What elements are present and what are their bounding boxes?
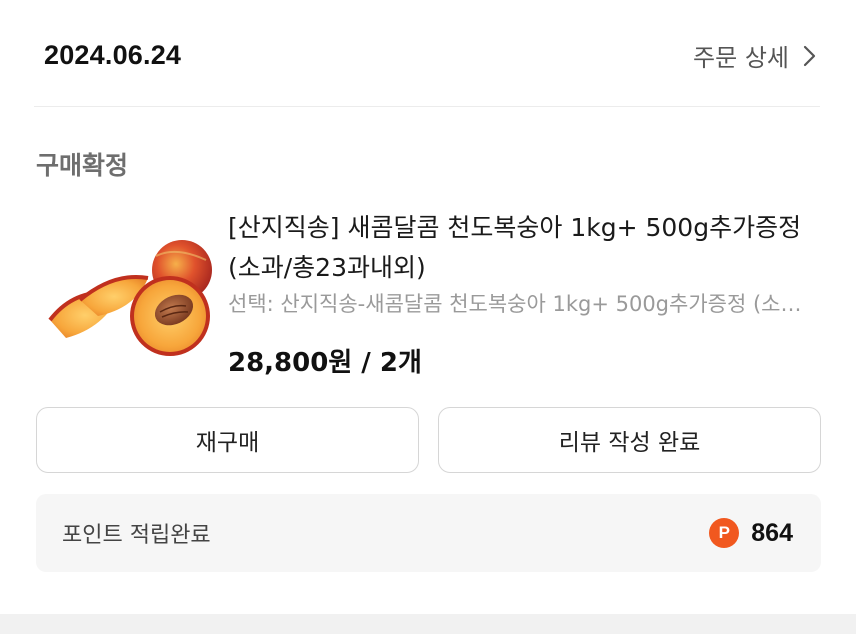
- review-complete-button[interactable]: 리뷰 작성 완료: [438, 407, 821, 473]
- product-price-qty: 28,800원 / 2개: [228, 348, 422, 378]
- section-separator: [0, 614, 856, 634]
- points-panel: 포인트 적립완료 P 864: [36, 494, 821, 572]
- order-date: 2024.06.24: [44, 40, 182, 70]
- product-option: 선택: 산지직송-새콤달콤 천도복숭아 1kg+ 500g추가증정 (소과/총2…: [228, 292, 818, 316]
- points-label: 포인트 적립완료: [62, 523, 211, 548]
- divider: [34, 106, 820, 107]
- order-detail-link[interactable]: 주문 상세: [693, 38, 816, 73]
- order-status: 구매확정: [36, 151, 129, 180]
- order-detail-label: 주문 상세: [693, 44, 789, 72]
- point-icon: P: [709, 518, 740, 548]
- product-title[interactable]: [산지직송] 새콤달콤 천도복숭아 1kg+ 500g추가증정 (소과/총23과…: [228, 208, 828, 288]
- rebuy-button[interactable]: 재구매: [36, 407, 419, 473]
- points-amount: P 864: [709, 518, 793, 548]
- chevron-right-icon: [803, 45, 816, 66]
- product-image[interactable]: [36, 216, 212, 366]
- points-value: 864: [751, 518, 793, 547]
